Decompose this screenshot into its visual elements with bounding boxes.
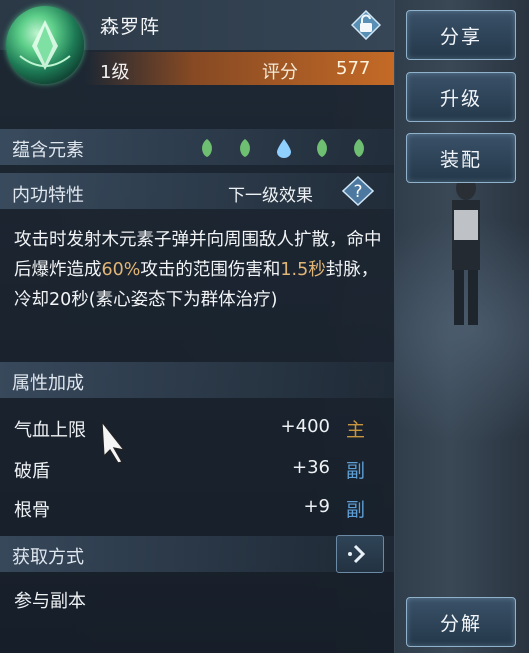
attributes-label: 属性加成 xyxy=(12,373,84,394)
wood-element-icon-3 xyxy=(317,139,327,157)
wood-element-icon-2 xyxy=(240,139,250,157)
svg-text:?: ? xyxy=(353,182,362,202)
source-value: 参与副本 xyxy=(14,591,86,612)
attr-name-constitution: 根骨 xyxy=(14,500,50,521)
water-element-icon xyxy=(277,139,291,158)
wood-element-icon-4 xyxy=(354,139,364,157)
equip-button[interactable]: 装配 xyxy=(406,133,516,183)
attr-tag-sub: 副 xyxy=(346,460,366,482)
attr-tag-sub: 副 xyxy=(346,499,366,521)
attr-value-shield-break: +36 xyxy=(292,457,330,478)
skill-description: 攻击时发射木元素子弹并向周围敌人扩散，命中后爆炸造成60%攻击的范围伤害和1.5… xyxy=(14,230,382,310)
skill-name: 森罗阵 xyxy=(100,16,161,38)
lock-icon[interactable] xyxy=(350,9,382,41)
attr-name-hp: 气血上限 xyxy=(14,420,86,441)
next-level-effect-link[interactable]: 下一级效果 xyxy=(228,181,313,206)
attr-value-hp: +400 xyxy=(280,416,330,437)
skill-level: 1级 xyxy=(100,62,130,83)
mouse-cursor-icon xyxy=(101,420,126,464)
score-label: 评分 xyxy=(262,62,298,83)
chevron-right-icon xyxy=(348,544,366,564)
attr-name-shield-break: 破盾 xyxy=(14,461,50,482)
score-value: 577 xyxy=(336,58,371,79)
attr-value-constitution: +9 xyxy=(303,496,330,517)
source-label: 获取方式 xyxy=(12,547,84,568)
skill-trait-label: 内功特性 xyxy=(12,185,84,206)
skill-emblem-icon xyxy=(6,6,84,84)
background-character xyxy=(440,170,492,330)
upgrade-button[interactable]: 升级 xyxy=(406,72,516,122)
decompose-button[interactable]: 分解 xyxy=(406,597,516,647)
share-button[interactable]: 分享 xyxy=(406,10,516,60)
wood-element-icon-1 xyxy=(202,139,212,157)
attr-tag-main: 主 xyxy=(346,419,366,441)
elements-label: 蕴含元素 xyxy=(12,140,84,161)
help-icon[interactable]: ? xyxy=(341,175,375,207)
source-go-button[interactable] xyxy=(336,535,384,573)
